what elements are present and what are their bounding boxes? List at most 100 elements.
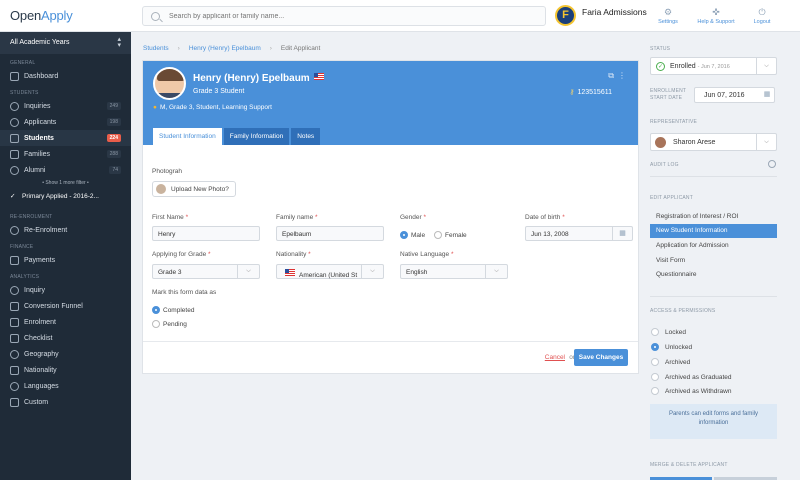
tab-family-information[interactable]: Family Information: [223, 128, 290, 145]
form-questionnaire[interactable]: Questionnaire: [650, 268, 777, 282]
grade-label: Applying for Grade *: [152, 251, 211, 258]
native-language-label: Native Language *: [400, 251, 454, 258]
search-icon[interactable]: [768, 160, 776, 168]
form-application-for-admission[interactable]: Application for Admission: [650, 239, 777, 253]
tab-bar: Student Information Family Information N…: [153, 128, 322, 145]
updown-chevron-icon: ▴ ▾: [117, 36, 121, 49]
grid-icon: [10, 397, 19, 407]
us-flag-icon: [313, 73, 324, 80]
settings-button[interactable]: ⚙ Settings: [646, 7, 690, 25]
calendar-icon[interactable]: ▦: [612, 227, 632, 240]
photograph-label: Photograh: [152, 168, 182, 175]
sidebar-item-languages[interactable]: Languages: [0, 378, 131, 394]
form-visit[interactable]: Visit Form: [650, 254, 777, 268]
student-header: Henry (Henry) Epelbaum Grade 3 Student ●…: [143, 61, 638, 145]
more-vertical-icon[interactable]: ⋮: [618, 71, 626, 80]
search-input[interactable]: [169, 10, 539, 22]
native-language-select[interactable]: English ⌵: [400, 264, 508, 279]
tab-notes[interactable]: Notes: [291, 128, 321, 145]
speech-icon: [10, 381, 19, 391]
representative-avatar: [655, 137, 666, 148]
sidebar-item-reenrolment[interactable]: Re-Enrolment: [0, 222, 131, 238]
academic-year-select[interactable]: All Academic Years ▴ ▾: [0, 32, 131, 54]
representative-label: Representative: [650, 119, 698, 125]
chevron-down-icon: ⌵: [361, 265, 383, 278]
gender-female-radio[interactable]: Female: [434, 231, 467, 239]
sidebar-filter-primary-applied[interactable]: ✓ Primary Applied - 2016-2...: [0, 188, 131, 204]
nationality-select[interactable]: American (United St ⌵: [276, 264, 384, 279]
show-more-filter-link[interactable]: • Show 1 more filter •: [0, 178, 131, 188]
check-circle-icon: ✓: [656, 62, 665, 71]
family-icon: [10, 149, 19, 159]
app-logo[interactable]: OpenApply: [10, 8, 73, 23]
pending-radio[interactable]: Pending: [152, 320, 187, 328]
representative-select[interactable]: Sharon Arese ⌵: [650, 133, 777, 151]
section-general: General: [10, 60, 36, 66]
student-tags: ● M, Grade 3, Student, Learning Support: [153, 104, 272, 111]
key-icon: ⚷: [569, 89, 575, 96]
grade-select[interactable]: Grade 3 ⌵: [152, 264, 260, 279]
access-permissions-label: Access & Permissions: [650, 308, 716, 314]
breadcrumb-students[interactable]: Students: [143, 45, 169, 52]
search-box[interactable]: [142, 6, 546, 26]
credit-card-icon: [10, 255, 19, 265]
edit-applicant-label: Edit Applicant: [650, 195, 693, 201]
section-analytics: Analytics: [10, 274, 40, 280]
flag-icon: [10, 365, 19, 375]
graduation-cap-icon: [10, 133, 19, 143]
calendar-icon[interactable]: ▦: [757, 88, 777, 102]
access-archived-radio[interactable]: Archived: [651, 358, 690, 366]
globe-icon: [10, 349, 19, 359]
sidebar-item-checklist[interactable]: Checklist: [0, 330, 131, 346]
sidebar-item-alumni[interactable]: Alumni 74: [0, 162, 131, 178]
compass-icon: [10, 101, 19, 111]
sidebar-item-applicants[interactable]: Applicants 198: [0, 114, 131, 130]
access-archived-graduated-radio[interactable]: Archived as Graduated: [651, 373, 731, 381]
sidebar-item-inquiry[interactable]: Inquiry: [0, 282, 131, 298]
section-students: Students: [10, 90, 39, 96]
inquiries-count: 249: [106, 102, 121, 110]
copy-icon[interactable]: ⧉: [608, 71, 614, 81]
lifebuoy-icon: ✜: [712, 7, 720, 17]
form-new-student-information[interactable]: New Student Information: [650, 224, 777, 238]
upload-photo-button[interactable]: Upload New Photo?: [152, 181, 236, 197]
logout-button[interactable]: ⏻ Logout: [740, 7, 784, 25]
access-locked-radio[interactable]: Locked: [651, 328, 686, 336]
breadcrumb-student[interactable]: Henry (Henry) Epelbaum: [189, 45, 261, 52]
students-count: 224: [106, 134, 121, 142]
cancel-link[interactable]: Cancel: [545, 354, 565, 361]
search-icon: [151, 12, 160, 21]
applicants-count: 198: [106, 118, 121, 126]
sidebar-item-inquiries[interactable]: Inquiries 249: [0, 98, 131, 114]
status-section-label: Status: [650, 46, 671, 52]
sidebar-item-nationality[interactable]: Nationality: [0, 362, 131, 378]
enrollment-start-label-2: Start Date: [650, 95, 683, 101]
sidebar-item-conversion-funnel[interactable]: Conversion Funnel: [0, 298, 131, 314]
first-name-field[interactable]: Henry: [152, 226, 260, 241]
access-unlocked-radio[interactable]: Unlocked: [651, 343, 692, 351]
sidebar-item-geography[interactable]: Geography: [0, 346, 131, 362]
sidebar-item-students[interactable]: Students 224: [0, 130, 131, 146]
alumni-icon: [10, 165, 19, 175]
section-finance: Finance: [10, 244, 34, 250]
help-button[interactable]: ✜ Help & Support: [694, 7, 738, 25]
sidebar-item-families[interactable]: Families 288: [0, 146, 131, 162]
tab-student-information[interactable]: Student Information: [153, 128, 222, 145]
sidebar-item-payments[interactable]: Payments: [0, 252, 131, 268]
status-select[interactable]: ✓ Enrolled - Jun 7, 2016 ⌵: [650, 57, 777, 75]
check-icon: ✓: [10, 193, 16, 200]
sidebar-item-dashboard[interactable]: Dashboard: [0, 68, 131, 84]
family-name-field[interactable]: Epelbaum: [276, 226, 384, 241]
funnel-icon: [10, 301, 19, 311]
sidebar-item-enrolment[interactable]: Enrolment: [0, 314, 131, 330]
access-archived-withdrawn-radio[interactable]: Archived as Withdrawn: [651, 387, 731, 395]
school-name[interactable]: Faria Admissions: [582, 7, 647, 17]
form-footer: Cancel or Save Changes: [143, 341, 638, 373]
gender-male-radio[interactable]: Male: [400, 231, 425, 239]
sidebar-item-custom[interactable]: Custom: [0, 394, 131, 410]
form-roi[interactable]: Registration of Interest / ROI: [650, 210, 777, 224]
save-changes-button[interactable]: Save Changes: [574, 349, 628, 366]
chevron-down-icon: ⌵: [756, 134, 776, 150]
dob-field[interactable]: Jun 13, 2008 ▦: [525, 226, 633, 241]
completed-radio[interactable]: Completed: [152, 306, 194, 314]
